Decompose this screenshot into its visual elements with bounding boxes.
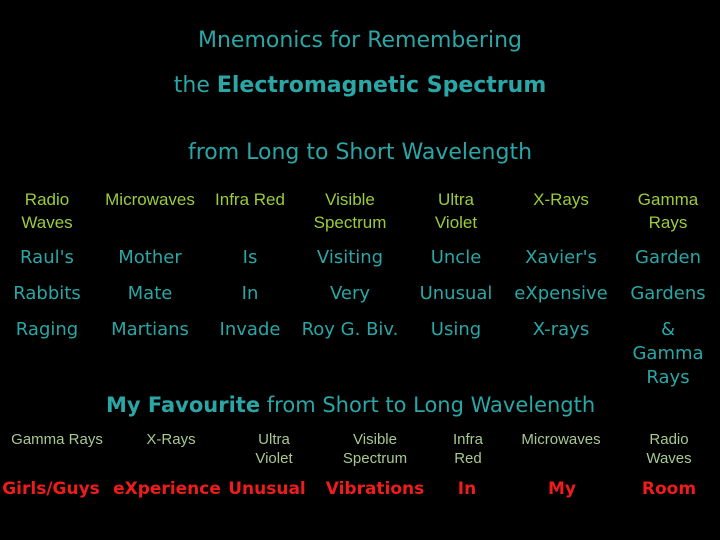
title-emphasis: Electromagnetic Spectrum	[216, 73, 547, 98]
header-gamma-rays: Gamma Rays	[637, 190, 699, 232]
mnemonic-word: Mother	[118, 247, 182, 268]
mnemonic-word: Raging	[15, 319, 79, 340]
fav-header-gamma-rays: Gamma Rays	[11, 431, 103, 448]
mnemonic-word: Using	[430, 319, 482, 340]
mnemonic-word: Very	[329, 283, 371, 304]
mnemonic-word: Raul's	[20, 247, 74, 268]
mnemonic-word: X-rays	[532, 319, 590, 340]
mnemonic-word: Invade	[219, 319, 281, 340]
header-visible-spectrum: Visible Spectrum	[313, 190, 387, 232]
mnemonic-word: & Gamma Rays	[632, 319, 704, 388]
mnemonic-word: Garden	[635, 247, 701, 268]
header-ultra-violet: Ultra Violet	[434, 190, 478, 232]
fav-header-radio-waves: Radio Waves	[646, 431, 692, 467]
subtitle: from Long to Short Wavelength	[187, 140, 533, 165]
mnemonic-word: Visiting	[316, 247, 384, 268]
header-radio-waves: Radio Waves	[21, 190, 73, 232]
favourite-title-emphasis: My Favourite	[106, 393, 261, 417]
fav-mnemonic-word: Room	[641, 479, 697, 499]
mnemonic-word: eXpensive	[514, 283, 608, 304]
title-line-1: Mnemonics for Remembering	[198, 28, 522, 53]
mnemonic-word: Gardens	[630, 283, 706, 304]
fav-header-infra-red: Infra Red	[452, 431, 484, 467]
mnemonic-word: In	[241, 283, 259, 304]
mnemonic-word: Martians	[111, 319, 189, 340]
favourite-title: My Favourite from Short to Long Waveleng…	[106, 393, 595, 417]
fav-mnemonic-word: eXperience	[113, 479, 221, 499]
mnemonic-word: Rabbits	[13, 283, 81, 304]
favourite-title-rest: from Short to Long Wavelength	[266, 393, 596, 417]
fav-mnemonic-word: Girls/Guys	[2, 479, 100, 499]
mnemonic-word: Unusual	[419, 283, 493, 304]
mnemonic-word: Uncle	[430, 247, 482, 268]
mnemonic-word: Xavier's	[525, 247, 597, 268]
fav-header-ultra-violet: Ultra Violet	[255, 431, 293, 467]
title-prefix: the	[173, 73, 210, 98]
fav-mnemonic-word: Unusual	[228, 479, 306, 499]
header-infra-red: Infra Red	[215, 190, 285, 209]
header-x-rays: X-Rays	[533, 190, 589, 209]
fav-mnemonic-word: Vibrations	[325, 479, 425, 499]
fav-header-x-rays: X-Rays	[146, 431, 196, 448]
header-microwaves: Microwaves	[105, 190, 195, 209]
fav-mnemonic-word: My	[548, 479, 576, 499]
fav-mnemonic-word: In	[457, 479, 477, 499]
mnemonic-word: Is	[242, 247, 258, 268]
mnemonic-word: Roy G. Biv.	[301, 319, 399, 340]
title-line-2: the Electromagnetic Spectrum	[0, 73, 720, 98]
mnemonic-word: Mate	[127, 283, 173, 304]
fav-header-visible-spectrum: Visible Spectrum	[342, 431, 408, 467]
fav-header-microwaves: Microwaves	[521, 431, 601, 448]
